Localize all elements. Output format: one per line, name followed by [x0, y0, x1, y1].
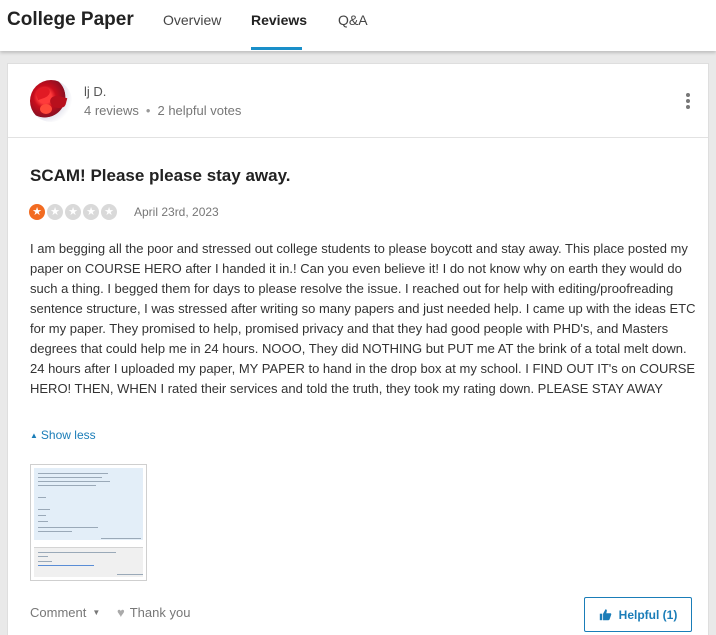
review-attachment-thumbnail[interactable] [30, 464, 147, 581]
review-author: lj D. 4 reviews • 2 helpful votes [8, 64, 708, 138]
author-helpful-votes: 2 helpful votes [157, 103, 242, 118]
review-card: lj D. 4 reviews • 2 helpful votes SCAM! Pl… [7, 63, 709, 635]
author-name[interactable]: lj D. [84, 84, 106, 99]
show-less-label: Show less [40, 428, 96, 442]
tab-overview[interactable]: Overview [163, 12, 221, 28]
active-tab-indicator [251, 47, 302, 50]
star-rating: ★ ★ ★ ★ ★ [29, 204, 117, 220]
comment-label: Comment [30, 605, 87, 620]
thank-you-label: Thank you [129, 605, 191, 620]
thank-you-button[interactable]: ♥ Thank you [117, 605, 190, 620]
star-icon: ★ [65, 204, 81, 220]
helpful-label: Helpful (1) [618, 607, 678, 622]
review-date: April 23rd, 2023 [134, 205, 219, 219]
thumbs-up-icon [599, 609, 611, 621]
helpful-button[interactable]: Helpful (1) [584, 597, 692, 632]
avatar[interactable] [30, 80, 72, 122]
author-review-count: 4 reviews [84, 103, 139, 118]
star-icon: ★ [47, 204, 63, 220]
review-body: I am begging all the poor and stressed o… [30, 241, 696, 396]
company-title: College Paper [7, 9, 134, 30]
star-icon: ★ [101, 204, 117, 220]
show-less-link[interactable]: ▲ Show less [30, 428, 96, 442]
author-stats: 4 reviews • 2 helpful votes [84, 103, 241, 118]
heart-icon: ♥ [117, 605, 125, 620]
star-icon: ★ [83, 204, 99, 220]
separator-dot: • [145, 103, 151, 118]
kebab-menu-icon[interactable] [685, 93, 691, 109]
chevron-down-icon: ▼ [92, 608, 101, 617]
top-navigation: College Paper Overview Reviews Q&A [0, 0, 716, 51]
caret-up-icon: ▲ [30, 431, 38, 440]
tab-qa[interactable]: Q&A [338, 12, 368, 28]
review-title: SCAM! Please please stay away. [30, 166, 291, 185]
comment-button[interactable]: Comment ▼ [30, 605, 100, 620]
tab-reviews[interactable]: Reviews [251, 12, 307, 28]
star-icon: ★ [29, 204, 45, 220]
